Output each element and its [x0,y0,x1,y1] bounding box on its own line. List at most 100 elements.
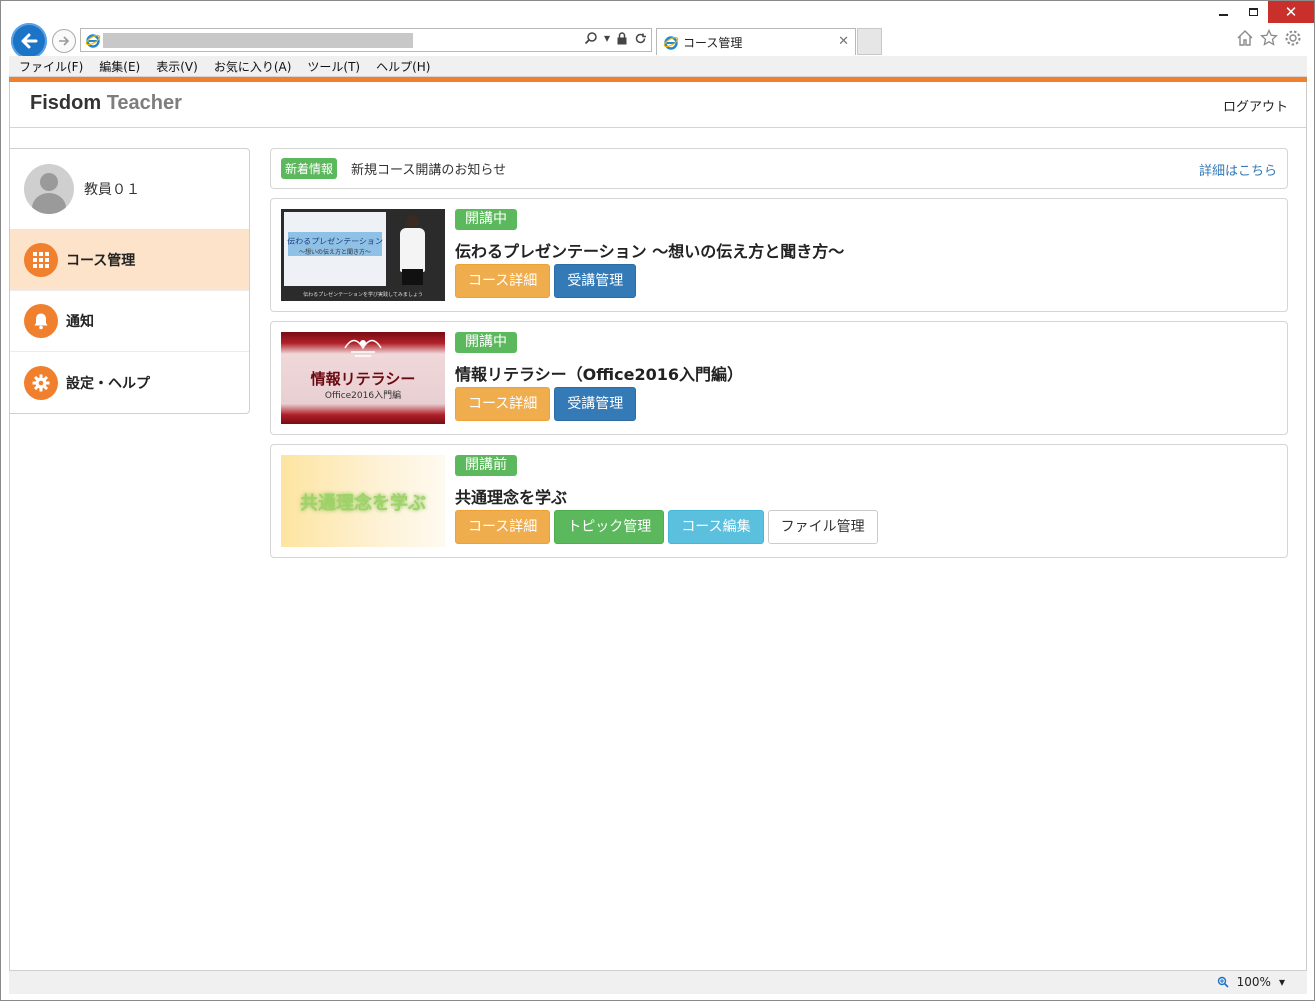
star-icon[interactable] [1260,29,1278,47]
navigation-row: ▾ コース管理 ✕ [1,21,1314,59]
course-actions: コース詳細 受講管理 [455,264,844,298]
course-title: 情報リテラシー（Office2016入門編） [455,365,743,384]
avatar [24,164,74,214]
browser-window: ✕ ▾ コース管理 ✕ ファイル(F) 編集(E) 表示(V) お気に入り(A)… [0,0,1315,1001]
menu-bar: ファイル(F) 編集(E) 表示(V) お気に入り(A) ツール(T) ヘルプ(… [9,56,1307,77]
course-title: 伝わるプレゼンテーション ～想いの伝え方と聞き方～ [455,242,845,261]
avatar-body [32,193,66,214]
course-edit-button[interactable]: コース編集 [668,510,764,544]
news-notice: 新着情報 新規コース開講のお知らせ 詳細はこちら [270,148,1288,189]
home-icon[interactable] [1236,29,1254,47]
page-content: Fisdom Teacher ログアウト 教員０１ コース管理 通知 設定・ヘル… [9,82,1307,970]
course-thumbnail[interactable]: 共通理念を学ぶ [281,455,445,547]
tab-close-icon[interactable]: ✕ [838,34,849,49]
presenter-head [406,215,419,228]
menu-edit[interactable]: 編集(E) [99,58,140,75]
refresh-icon[interactable] [634,32,647,45]
lock-icon[interactable] [616,31,628,45]
sidebar-item-notifications[interactable]: 通知 [10,291,249,352]
topic-management-button[interactable]: トピック管理 [554,510,665,544]
status-badge: 開講中 [455,332,517,353]
user-name: 教員０１ [84,182,140,198]
thumb-title: 共通理念を学ぶ [300,493,426,514]
ornament-icon [344,339,382,357]
close-window-button[interactable]: ✕ [1268,1,1314,23]
user-profile: 教員０１ [10,149,249,230]
zoom-icon [1217,976,1229,988]
thumb-title: 伝わるプレゼンテーション [286,237,384,246]
ie-logo-icon [663,36,679,50]
thumb-subtitle: Office2016入門編 [324,391,402,401]
enrollment-management-button[interactable]: 受講管理 [554,387,637,421]
news-detail-link[interactable]: 詳細はこちら [1199,160,1277,179]
address-url-redacted[interactable] [103,33,413,48]
brand-logo[interactable]: Fisdom Teacher [30,92,182,115]
course-detail-button[interactable]: コース詳細 [455,387,551,421]
menu-tools[interactable]: ツール(T) [307,58,360,75]
brand-role: Teacher [106,92,182,114]
new-tab-button[interactable] [857,28,882,55]
menu-file[interactable]: ファイル(F) [19,58,83,75]
zoom-control[interactable]: 100% ▾ [1217,975,1285,989]
sidebar-item-label: 設定・ヘルプ [66,375,150,392]
search-dropdown-icon[interactable]: ▾ [604,31,610,45]
address-bar[interactable]: ▾ [80,28,652,52]
course-card: 共通理念を学ぶ 開講前 共通理念を学ぶ コース詳細 トピック管理 コース編集 フ… [270,444,1288,558]
maximize-button[interactable] [1238,1,1268,23]
course-actions: コース詳細 トピック管理 コース編集 ファイル管理 [455,510,878,544]
menu-view[interactable]: 表示(V) [156,58,198,75]
sidebar-item-settings-help[interactable]: 設定・ヘルプ [10,352,249,413]
forward-button[interactable] [52,29,76,53]
sidebar: 教員０１ コース管理 通知 設定・ヘルプ [10,148,250,414]
sidebar-item-label: 通知 [66,314,94,330]
course-card: 伝わるプレゼンテーション ～想いの伝え方と聞き方～ 伝わるプレゼンテーションを学… [270,198,1288,312]
sidebar-item-course-management[interactable]: コース管理 [10,230,249,291]
thumb-slide: 伝わるプレゼンテーション ～想いの伝え方と聞き方～ [284,212,386,286]
brand-name: Fisdom [30,92,102,114]
logout-link[interactable]: ログアウト [1223,96,1288,115]
close-icon: ✕ [1284,3,1298,21]
thumb-title: 情報リテラシー [310,370,416,388]
browser-toolbar-icons [1236,29,1302,47]
browser-tab[interactable]: コース管理 ✕ [656,28,856,55]
course-detail-button[interactable]: コース詳細 [455,510,551,544]
presenter-skirt [402,269,423,285]
grid-icon [24,243,58,277]
browser-status-bar: 100% ▾ [9,970,1307,994]
gear-icon [24,365,58,400]
thumb-subtitle: ～想いの伝え方と聞き方～ [298,249,371,256]
course-detail-button[interactable]: コース詳細 [455,264,551,298]
avatar-head [40,173,58,191]
tab-title: コース管理 [683,35,743,50]
status-badge: 開講中 [455,209,517,230]
page-header: Fisdom Teacher ログアウト [10,82,1306,128]
address-tools: ▾ [584,31,647,45]
ie-logo-icon [85,34,101,48]
minimize-button[interactable] [1208,1,1238,23]
menu-favorites[interactable]: お気に入り(A) [214,58,292,75]
gear-icon[interactable] [1284,29,1302,47]
file-management-button[interactable]: ファイル管理 [767,510,878,544]
course-thumbnail[interactable]: 伝わるプレゼンテーション ～想いの伝え方と聞き方～ 伝わるプレゼンテーションを学… [281,209,445,301]
forward-icon [59,36,70,46]
search-icon[interactable] [584,31,598,45]
status-badge: 開講前 [455,455,517,476]
menu-help[interactable]: ヘルプ(H) [376,58,430,75]
course-actions: コース詳細 受講管理 [455,387,743,421]
maximize-icon [1248,8,1258,16]
course-info: 開講中 伝わるプレゼンテーション ～想いの伝え方と聞き方～ コース詳細 受講管理 [455,209,844,298]
back-button[interactable] [11,23,47,59]
sidebar-item-label: コース管理 [66,253,136,269]
news-badge: 新着情報 [281,158,338,179]
course-thumbnail[interactable]: 情報リテラシー Office2016入門編 [281,332,445,424]
course-info: 開講中 情報リテラシー（Office2016入門編） コース詳細 受講管理 [455,332,743,421]
back-icon [21,33,38,49]
course-title: 共通理念を学ぶ [455,488,568,507]
bell-icon [24,304,58,338]
thumb-caption: 伝わるプレゼンテーションを学び実践してみましょう [303,292,423,298]
minimize-icon [1218,14,1228,16]
zoom-level: 100% [1236,975,1271,989]
enrollment-management-button[interactable]: 受講管理 [554,264,637,298]
zoom-dropdown-icon[interactable]: ▾ [1279,975,1285,989]
course-card: 情報リテラシー Office2016入門編 開講中 情報リテラシー（Office… [270,321,1288,435]
